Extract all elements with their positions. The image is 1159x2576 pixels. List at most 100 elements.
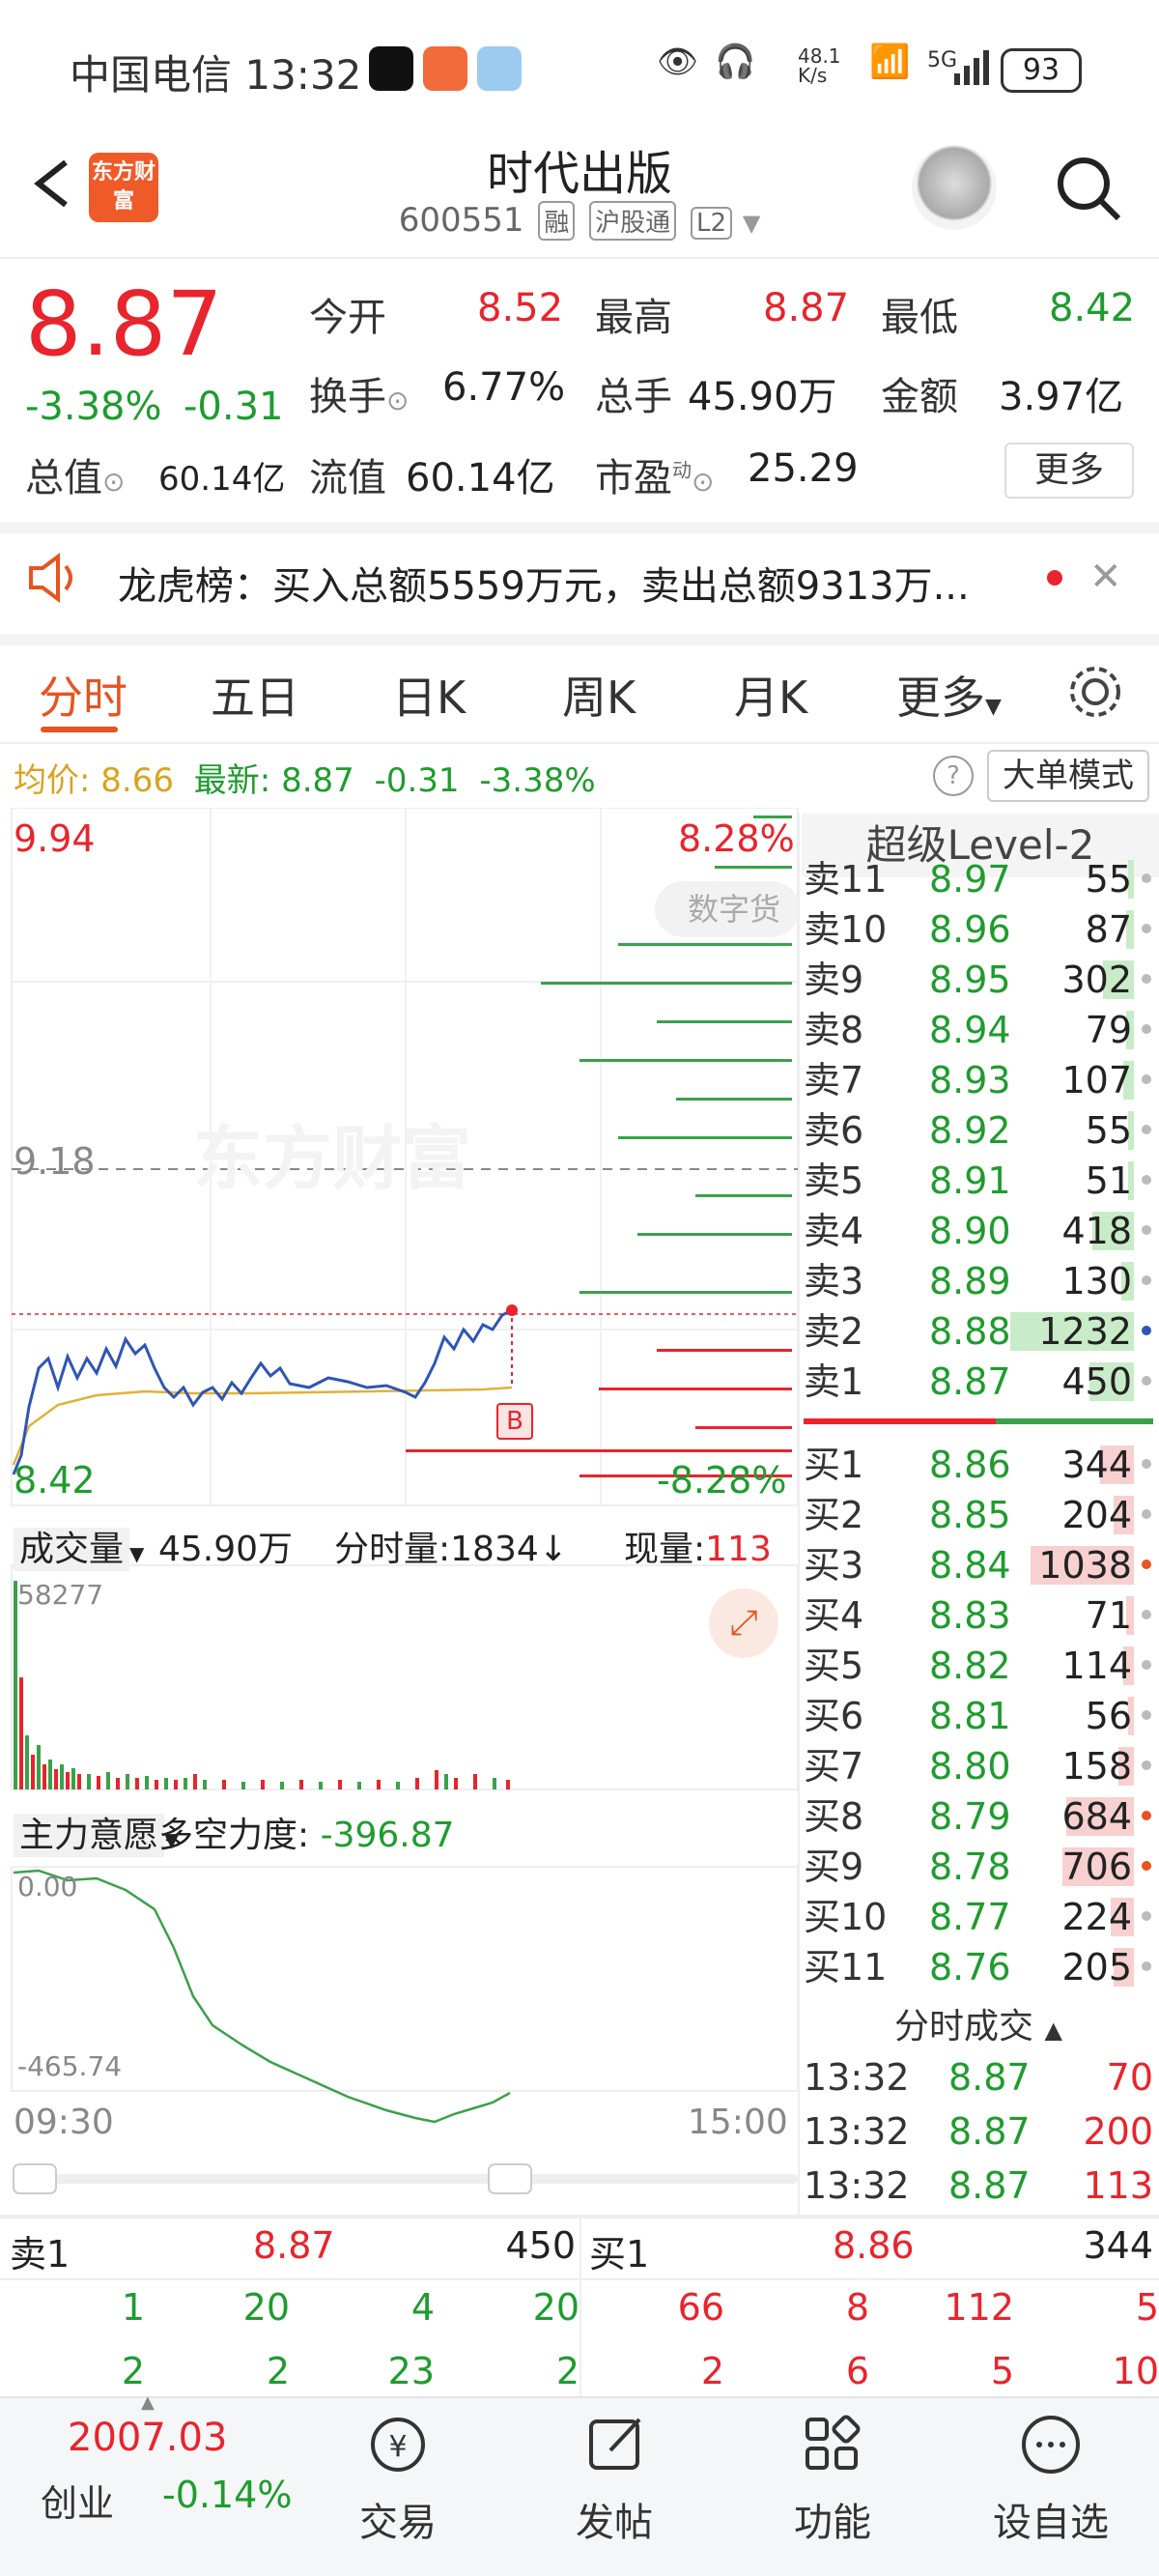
change-value: -0.31 — [184, 385, 284, 429]
ask-row[interactable]: 卖11 8.97 55 — [804, 854, 1153, 904]
ask-row[interactable]: 卖9 8.95 302 — [804, 955, 1153, 1005]
eye-icon: 👁 — [657, 43, 699, 81]
bid-row[interactable]: 买10 8.77 224 — [804, 1892, 1153, 1942]
trade-icon[interactable]: ¥ — [363, 2410, 433, 2483]
volume-max-label: 58277 — [17, 1579, 104, 1611]
bid-row[interactable]: 买4 8.83 71 — [804, 1590, 1153, 1641]
ask-level-label: 卖6 — [804, 1109, 864, 1152]
low-label: 最低 — [881, 296, 958, 340]
settings-gear-icon[interactable] — [1066, 663, 1124, 725]
bid-row[interactable]: 买2 8.85 204 — [804, 1490, 1153, 1540]
sell-queue-order: 23 — [387, 2350, 435, 2392]
bid-price: 8.85 — [929, 1494, 1011, 1536]
ticks-title[interactable]: 分时成交 ▲ — [804, 1998, 1153, 2048]
bid-indicator-dot — [1142, 1610, 1151, 1619]
tick-volume: 70 — [1106, 2056, 1153, 2099]
carrier-time: 中国电信 13:32 — [70, 51, 362, 99]
ask-indicator-dot — [1142, 1074, 1151, 1084]
force-selector[interactable]: 主力意愿 ▼ — [14, 1807, 179, 1857]
buy-queue-order: 6 — [845, 2350, 869, 2392]
ask-price: 8.90 — [929, 1210, 1011, 1252]
bid-indicator-dot — [1142, 1560, 1151, 1569]
slider-right-handle — [488, 2163, 532, 2194]
buy-queue-order: 5 — [1135, 2286, 1159, 2329]
bid-row[interactable]: 买8 8.79 684 — [804, 1791, 1153, 1842]
bid-row[interactable]: 买6 8.81 56 — [804, 1691, 1153, 1741]
ask-price: 8.91 — [929, 1159, 1011, 1202]
ask-row[interactable]: 卖10 8.96 87 — [804, 904, 1153, 955]
tab-more[interactable]: 更多▼ — [896, 663, 1002, 727]
tick-price: 8.87 — [948, 2110, 1031, 2153]
bid-volume: 344 — [1061, 1444, 1132, 1486]
bid-row[interactable]: 买5 8.82 114 — [804, 1641, 1153, 1691]
float-cap-value: 60.14亿 — [406, 456, 555, 501]
ask-row[interactable]: 卖8 8.94 79 — [804, 1005, 1153, 1055]
tab-monthly-k[interactable]: 月K — [734, 663, 807, 727]
more-stats-button[interactable]: 更多 — [1004, 443, 1134, 499]
ask-level-label: 卖3 — [804, 1260, 864, 1302]
bid-price: 8.84 — [929, 1544, 1011, 1587]
ask-row[interactable]: 卖1 8.87 450 — [804, 1357, 1153, 1407]
pe-label[interactable]: 市盈动⊙ — [595, 446, 714, 502]
nav-add-watchlist[interactable]: 设自选 — [974, 2491, 1128, 2547]
nav-post[interactable]: 发帖 — [537, 2491, 692, 2547]
watchlist-icon[interactable] — [1016, 2410, 1086, 2483]
mktcap-label[interactable]: 总值⊙ — [25, 446, 125, 502]
ask-row[interactable]: 卖6 8.92 55 — [804, 1105, 1153, 1156]
tab-5day[interactable]: 五日 — [211, 663, 299, 727]
nav-trade[interactable]: 交易 — [321, 2491, 475, 2547]
sell-queue-order: 20 — [532, 2286, 580, 2329]
nav-functions[interactable]: 功能 — [755, 2491, 910, 2547]
robot-avatar[interactable] — [912, 145, 997, 230]
bid-level-label: 买6 — [804, 1695, 864, 1737]
bid-row[interactable]: 买11 8.76 205 — [804, 1942, 1153, 1992]
bid-row[interactable]: 买9 8.78 706 — [804, 1842, 1153, 1892]
tab-daily-k[interactable]: 日K — [392, 663, 466, 727]
change-pct: -3.38% — [25, 385, 162, 429]
tab-weekly-k[interactable]: 周K — [562, 663, 636, 727]
bid-price: 8.86 — [929, 1444, 1011, 1486]
bid-row[interactable]: 买1 8.86 344 — [804, 1440, 1153, 1490]
close-icon[interactable]: ✕ — [1089, 555, 1122, 599]
ask-volume: 450 — [1061, 1360, 1132, 1403]
ask-indicator-dot — [1142, 1376, 1151, 1386]
ask-row[interactable]: 卖4 8.90 418 — [804, 1206, 1153, 1256]
big-order-mode-button[interactable]: 大单模式 — [987, 750, 1149, 802]
bid-volume: 158 — [1061, 1745, 1132, 1788]
post-icon[interactable] — [581, 2410, 651, 2483]
app-notification-icon — [423, 46, 467, 91]
intraday-chart[interactable] — [0, 808, 802, 2199]
search-icon[interactable] — [1053, 153, 1122, 222]
bid-volume: 71 — [1085, 1594, 1132, 1637]
ask-indicator-dot — [1142, 974, 1151, 984]
tick-row: 13:32 8.87 113 — [804, 2164, 1153, 2218]
ask-row[interactable]: 卖2 8.88 1232 — [804, 1306, 1153, 1357]
notice-text[interactable]: 龙虎榜：买入总额5559万元，卖出总额9313万... — [118, 555, 970, 611]
help-icon[interactable]: ? — [933, 756, 974, 796]
bid-price: 8.77 — [929, 1896, 1011, 1938]
turnover-label[interactable]: 换手⊙ — [309, 365, 409, 421]
ask-indicator-dot — [1142, 1225, 1151, 1235]
pe-value: 25.29 — [748, 446, 859, 491]
tab-intraday[interactable]: 分时 — [39, 663, 127, 727]
tick-price: 8.87 — [948, 2056, 1031, 2099]
top-price-label: 9.94 — [14, 817, 96, 860]
bid-row[interactable]: 买7 8.80 158 — [804, 1741, 1153, 1791]
ask-price: 8.88 — [929, 1310, 1011, 1353]
bid-row[interactable]: 买3 8.84 1038 — [804, 1540, 1153, 1590]
tag-margin: 融 — [538, 201, 576, 241]
ask-row[interactable]: 卖3 8.89 130 — [804, 1256, 1153, 1306]
buy-point-marker[interactable]: B — [496, 1403, 533, 1440]
tick-time: 13:32 — [804, 2110, 910, 2153]
ask-row[interactable]: 卖7 8.93 107 — [804, 1055, 1153, 1105]
bid-indicator-dot — [1142, 1660, 1151, 1670]
ask-row[interactable]: 卖5 8.91 51 — [804, 1156, 1153, 1206]
digital-currency-tag[interactable]: 数字货 — [655, 881, 800, 937]
ask-level-label: 卖2 — [804, 1310, 864, 1353]
bid-volume: 56 — [1085, 1695, 1132, 1737]
volume-selector[interactable]: 成交量 ▼ — [14, 1521, 144, 1571]
index-value[interactable]: 2007.03 — [68, 2416, 227, 2460]
functions-icon[interactable] — [798, 2410, 867, 2483]
queue-buy-vol: 344 — [1083, 2224, 1153, 2267]
expand-icon[interactable]: ⤢ — [709, 1589, 778, 1658]
